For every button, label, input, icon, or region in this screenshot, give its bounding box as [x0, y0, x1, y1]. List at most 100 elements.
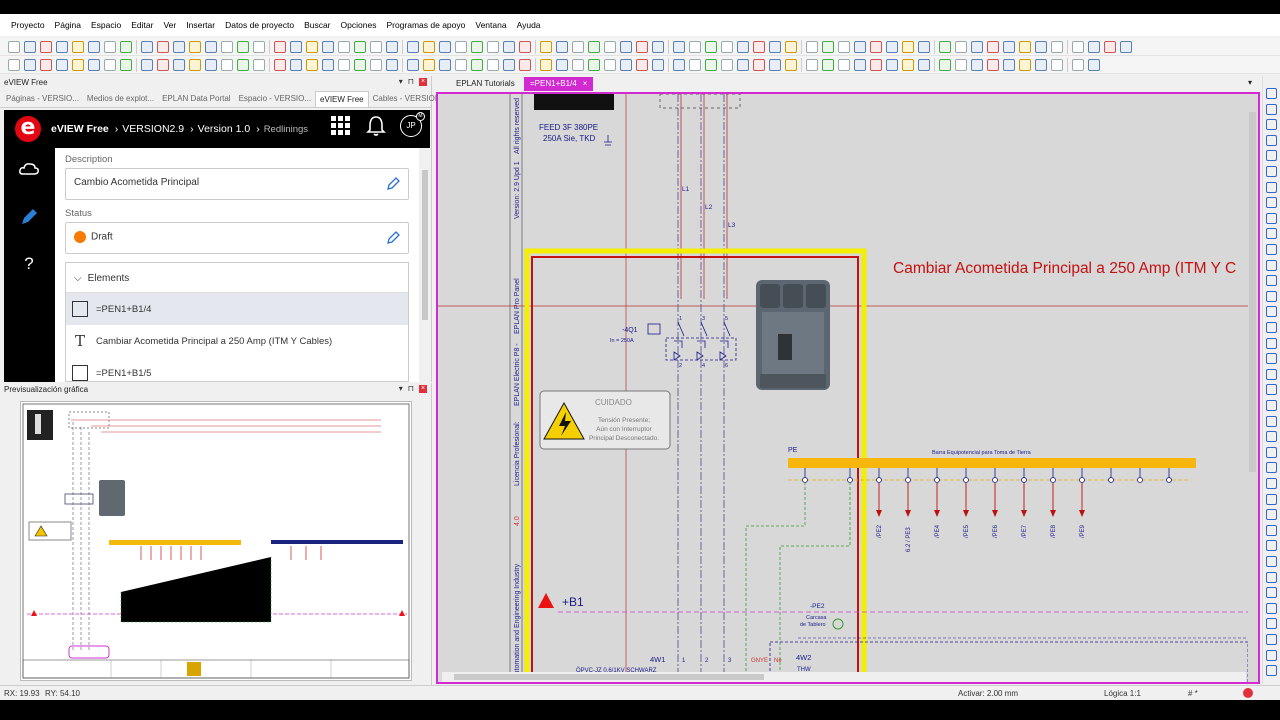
toolbar-button-icon[interactable] [753, 58, 765, 71]
help-icon[interactable]: ? [18, 254, 40, 276]
toolbar-button-icon[interactable] [104, 40, 116, 53]
toolbar-button-icon[interactable] [471, 58, 483, 71]
toolbar-button-icon[interactable] [519, 40, 531, 53]
draw-tool-icon[interactable] [1266, 181, 1277, 193]
toolbar-button-icon[interactable] [721, 40, 733, 53]
breadcrumb-redlinings[interactable]: Redlinings [264, 124, 308, 135]
breadcrumb-eview[interactable]: eVIEW Free [51, 123, 109, 135]
toolbar-button-icon[interactable] [24, 40, 36, 53]
toolbar-button-icon[interactable] [72, 40, 84, 53]
toolbar-button-icon[interactable] [1072, 40, 1084, 53]
toolbar-button-icon[interactable] [141, 58, 153, 71]
draw-tool-icon[interactable] [1266, 337, 1277, 349]
toolbar-button-icon[interactable] [902, 58, 914, 71]
draw-tool-icon[interactable] [1266, 618, 1277, 630]
toolbar-button-icon[interactable] [620, 40, 632, 53]
draw-tool-icon[interactable] [1266, 244, 1277, 255]
toolbar-button-icon[interactable] [652, 40, 664, 53]
toolbar-button-icon[interactable] [269, 57, 270, 72]
breadcrumb-project[interactable]: VERSION2.9 [122, 123, 184, 135]
toolbar-button-icon[interactable] [540, 40, 552, 53]
draw-tool-icon[interactable] [1266, 602, 1277, 614]
toolbar-button-icon[interactable] [56, 40, 68, 53]
toolbar-button-icon[interactable] [322, 58, 334, 71]
draw-tool-icon[interactable] [1266, 415, 1277, 427]
draw-tool-icon[interactable] [1266, 665, 1277, 677]
toolbar-button-icon[interactable] [88, 58, 100, 71]
toolbar-button-icon[interactable] [673, 58, 685, 71]
draw-tool-icon[interactable] [1266, 571, 1277, 583]
toolbar-button-icon[interactable] [737, 58, 749, 71]
toolbar-button-icon[interactable] [987, 40, 999, 53]
toolbar-button-icon[interactable] [407, 58, 419, 71]
toolbar-button-icon[interactable] [535, 39, 536, 54]
toolbar-button-icon[interactable] [801, 57, 802, 72]
avatar[interactable]: JP M [400, 112, 425, 137]
toolbar-button-icon[interactable] [157, 58, 169, 71]
toolbar-button-icon[interactable] [40, 40, 52, 53]
toolbar-button-icon[interactable] [822, 58, 834, 71]
menu-item[interactable]: Página [50, 20, 86, 30]
menu-item[interactable]: Opciones [336, 20, 382, 30]
eview-scrollbar[interactable] [421, 160, 429, 382]
tabs-dropdown-icon[interactable]: ▾ [1248, 78, 1252, 87]
toolbar-button-icon[interactable] [556, 58, 568, 71]
toolbar-button-icon[interactable] [939, 40, 951, 53]
toolbar-button-icon[interactable] [652, 58, 664, 71]
toolbar-button-icon[interactable] [290, 40, 302, 53]
panel-tab[interactable]: EPLAN Data Portal [158, 91, 234, 106]
panel-menu-icon[interactable]: ▾ [399, 77, 403, 86]
toolbar-button-icon[interactable] [1003, 58, 1015, 71]
draw-tool-icon[interactable] [1266, 478, 1277, 489]
draw-tool-icon[interactable] [1266, 493, 1277, 505]
menu-item[interactable]: Insertar [181, 20, 220, 30]
toolbar-button-icon[interactable] [1003, 40, 1015, 53]
draw-tool-icon[interactable] [1266, 275, 1277, 287]
list-item[interactable]: =PEN1+B1/5 [66, 357, 408, 381]
toolbar-button-icon[interactable] [120, 40, 132, 53]
draw-tool-icon[interactable] [1266, 524, 1277, 536]
status-activar[interactable]: Activar: 2.00 mm [958, 689, 1018, 698]
toolbar-button-icon[interactable] [540, 58, 552, 71]
toolbar-button-icon[interactable] [253, 40, 265, 53]
toolbar-button-icon[interactable] [769, 58, 781, 71]
toolbar-button-icon[interactable] [72, 58, 84, 71]
toolbar-button-icon[interactable] [838, 58, 850, 71]
toolbar-button-icon[interactable] [870, 58, 882, 71]
draw-tool-icon[interactable] [1266, 103, 1277, 115]
toolbar-button-icon[interactable] [173, 58, 185, 71]
draw-tool-icon[interactable] [1266, 166, 1277, 177]
draw-tool-icon[interactable] [1266, 353, 1277, 365]
toolbar-button-icon[interactable] [269, 39, 270, 54]
toolbar-button-icon[interactable] [173, 40, 185, 53]
toolbar-button-icon[interactable] [439, 58, 451, 71]
toolbar-button-icon[interactable] [822, 40, 834, 53]
toolbar-button-icon[interactable] [1019, 58, 1031, 71]
draw-tool-icon[interactable] [1266, 384, 1277, 396]
toolbar-button-icon[interactable] [1088, 58, 1100, 71]
toolbar-button-icon[interactable] [354, 40, 366, 53]
tab-eplan-tutorials[interactable]: EPLAN Tutorials [450, 77, 521, 91]
toolbar-button-icon[interactable] [918, 58, 930, 71]
menu-item[interactable]: Proyecto [6, 20, 50, 30]
draw-tool-icon[interactable] [1266, 290, 1277, 302]
menu-item[interactable]: Ayuda [512, 20, 546, 30]
toolbar-button-icon[interactable] [370, 40, 382, 53]
apps-grid-icon[interactable] [330, 115, 352, 137]
error-icon[interactable] [1243, 688, 1253, 698]
toolbar-button-icon[interactable] [705, 40, 717, 53]
toolbar-button-icon[interactable] [306, 58, 318, 71]
status-field[interactable]: Draft [65, 222, 409, 254]
tab-pen1-b1-4[interactable]: =PEN1+B1/4 × [524, 77, 594, 91]
toolbar-button-icon[interactable] [136, 39, 137, 54]
toolbar-button-icon[interactable] [806, 40, 818, 53]
list-item[interactable]: =PEN1+B1/4 [66, 293, 408, 325]
toolbar-button-icon[interactable] [668, 57, 669, 72]
toolbar-button-icon[interactable] [604, 40, 616, 53]
toolbar-button-icon[interactable] [971, 40, 983, 53]
toolbar-button-icon[interactable] [1019, 40, 1031, 53]
toolbar-button-icon[interactable] [205, 58, 217, 71]
notification-bell-icon[interactable] [366, 115, 386, 137]
draw-tool-icon[interactable] [1266, 587, 1277, 599]
toolbar-button-icon[interactable] [987, 58, 999, 71]
